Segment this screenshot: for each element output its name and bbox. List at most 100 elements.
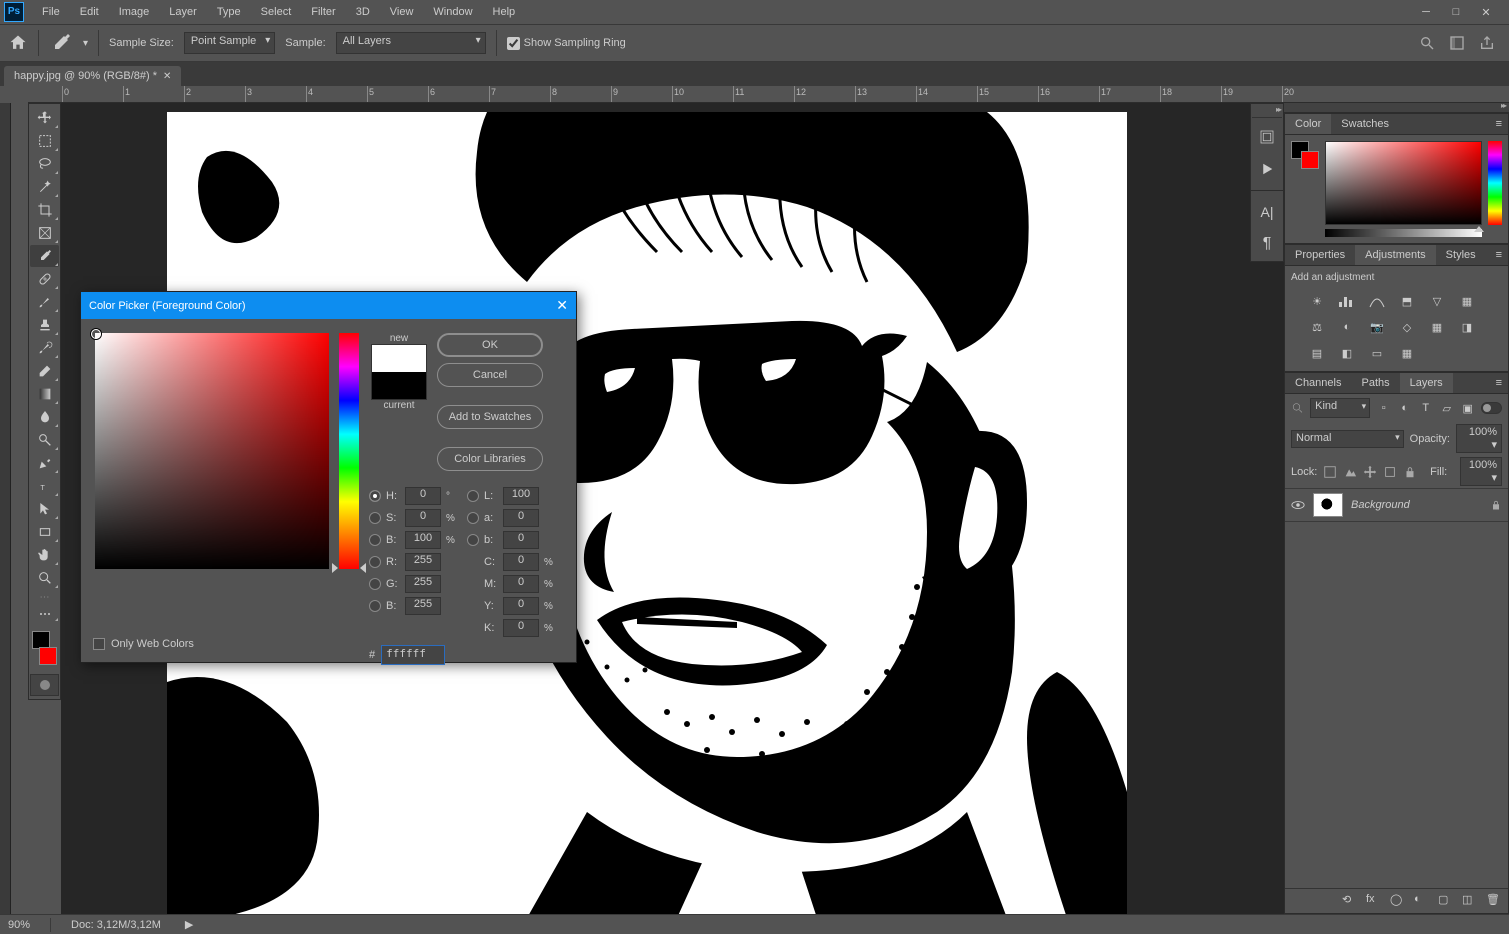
lock-artboard-icon[interactable] <box>1383 465 1397 479</box>
m-input[interactable]: 0 <box>503 575 539 593</box>
history-brush-tool[interactable] <box>30 337 59 359</box>
visibility-icon[interactable] <box>1291 498 1305 512</box>
g-input[interactable]: 255 <box>405 575 441 593</box>
lab-b-radio[interactable] <box>467 534 479 546</box>
channels-tab[interactable]: Channels <box>1285 373 1351 393</box>
l-input[interactable]: 100 <box>503 487 539 505</box>
link-layers-icon[interactable]: ⟲ <box>1342 893 1358 909</box>
properties-tab[interactable]: Properties <box>1285 245 1355 265</box>
bw-icon[interactable]: ◐ <box>1337 319 1357 335</box>
expand-dock-icon[interactable] <box>1252 108 1282 118</box>
type-tool[interactable]: T <box>30 475 59 497</box>
selective-color-icon[interactable]: ▦ <box>1397 345 1417 361</box>
filter-smart-icon[interactable]: ▣ <box>1460 400 1475 416</box>
lock-image-icon[interactable] <box>1343 465 1357 479</box>
hue-strip[interactable] <box>1488 141 1502 225</box>
menu-select[interactable]: Select <box>251 2 302 22</box>
posterize-icon[interactable]: ▤ <box>1307 345 1327 361</box>
levels-icon[interactable] <box>1337 293 1357 309</box>
picker-cursor[interactable] <box>91 329 101 339</box>
gradient-tool[interactable] <box>30 383 59 405</box>
minimize-icon[interactable]: ─ <box>1419 5 1433 19</box>
zoom-level[interactable]: 90% <box>8 919 30 931</box>
eyedropper-tool[interactable] <box>30 245 59 267</box>
swatches-tab[interactable]: Swatches <box>1331 114 1399 134</box>
group-icon[interactable]: ▢ <box>1438 893 1454 909</box>
doc-size[interactable]: Doc: 3,12M/3,12M <box>71 919 161 931</box>
menu-help[interactable]: Help <box>483 2 526 22</box>
s-input[interactable]: 0 <box>405 509 441 527</box>
b-input[interactable]: 100 <box>405 531 441 549</box>
hue-slider[interactable] <box>339 333 359 569</box>
frame-tool[interactable] <box>30 222 59 244</box>
layer-filter-dropdown[interactable]: Kind <box>1310 398 1370 418</box>
styles-tab[interactable]: Styles <box>1436 245 1486 265</box>
stamp-tool[interactable] <box>30 314 59 336</box>
status-arrow-icon[interactable]: ▶ <box>185 918 193 931</box>
show-sampling-ring-checkbox[interactable]: Show Sampling Ring <box>507 37 626 50</box>
crop-tool[interactable] <box>30 199 59 221</box>
paths-tab[interactable]: Paths <box>1351 373 1399 393</box>
lock-all-icon[interactable] <box>1403 465 1417 479</box>
document-tab[interactable]: happy.jpg @ 90% (RGB/8#) * ✕ <box>4 66 181 86</box>
filter-toggle[interactable] <box>1481 402 1502 414</box>
menu-window[interactable]: Window <box>423 2 482 22</box>
zoom-tool[interactable] <box>30 567 59 589</box>
cancel-button[interactable]: Cancel <box>437 363 543 387</box>
layer-style-icon[interactable]: fx <box>1366 893 1382 909</box>
marquee-tool[interactable] <box>30 130 59 152</box>
blur-tool[interactable] <box>30 406 59 428</box>
brightness-slider[interactable] <box>1325 229 1482 237</box>
hue-sat-icon[interactable]: ▦ <box>1457 293 1477 309</box>
rectangle-tool[interactable] <box>30 521 59 543</box>
panel-menu-icon[interactable]: ≡ <box>1490 245 1508 265</box>
panel-menu-icon[interactable]: ≡ <box>1490 114 1508 134</box>
add-to-swatches-button[interactable]: Add to Swatches <box>437 405 543 429</box>
healing-brush-tool[interactable] <box>30 268 59 290</box>
lock-transparent-icon[interactable] <box>1323 465 1337 479</box>
magic-wand-tool[interactable] <box>30 176 59 198</box>
lasso-tool[interactable] <box>30 153 59 175</box>
share-icon[interactable] <box>1479 35 1495 51</box>
home-icon[interactable] <box>8 33 28 53</box>
color-tab[interactable]: Color <box>1285 114 1331 134</box>
menu-view[interactable]: View <box>380 2 424 22</box>
brightness-contrast-icon[interactable]: ☀ <box>1307 293 1327 309</box>
s-radio[interactable] <box>369 512 381 524</box>
color-libraries-button[interactable]: Color Libraries <box>437 447 543 471</box>
close-icon[interactable]: ✕ <box>1479 5 1493 19</box>
menu-layer[interactable]: Layer <box>159 2 207 22</box>
k-input[interactable]: 0 <box>503 619 539 637</box>
new-layer-icon[interactable]: ◫ <box>1462 893 1478 909</box>
current-color-swatch[interactable] <box>372 372 426 399</box>
color-field[interactable] <box>1325 141 1482 225</box>
dialog-close-icon[interactable]: ✕ <box>556 297 568 314</box>
dialog-titlebar[interactable]: Color Picker (Foreground Color) ✕ <box>81 292 576 319</box>
a-radio[interactable] <box>467 512 479 524</box>
h-input[interactable]: 0 <box>405 487 441 505</box>
ok-button[interactable]: OK <box>437 333 543 357</box>
h-radio[interactable] <box>369 490 381 502</box>
b-radio[interactable] <box>369 534 381 546</box>
hand-tool[interactable] <box>30 544 59 566</box>
bv-input[interactable]: 255 <box>405 597 441 615</box>
sample-dropdown[interactable]: All Layers <box>336 32 486 54</box>
sample-size-dropdown[interactable]: Point Sample <box>184 32 275 54</box>
color-lookup-icon[interactable]: ▦ <box>1427 319 1447 335</box>
fill-input[interactable]: 100% ▾ <box>1460 457 1502 486</box>
color-balance-icon[interactable]: ⚖ <box>1307 319 1327 335</box>
filter-pixel-icon[interactable]: ▫ <box>1376 400 1391 416</box>
only-web-colors-checkbox[interactable]: Only Web Colors <box>93 638 194 650</box>
paragraph-panel-icon[interactable]: ¶ <box>1254 231 1280 257</box>
vibrance-icon[interactable]: ▽ <box>1427 293 1447 309</box>
tab-close-icon[interactable]: ✕ <box>163 71 171 82</box>
character-panel-icon[interactable]: A| <box>1254 199 1280 225</box>
collapse-dock-icon[interactable] <box>1284 103 1509 113</box>
menu-3d[interactable]: 3D <box>346 2 380 22</box>
dodge-tool[interactable] <box>30 429 59 451</box>
delete-layer-icon[interactable]: 🗑 <box>1486 893 1502 909</box>
path-selection-tool[interactable] <box>30 498 59 520</box>
brush-tool[interactable] <box>30 291 59 313</box>
a-input[interactable]: 0 <box>503 509 539 527</box>
blend-mode-dropdown[interactable]: Normal <box>1291 430 1404 448</box>
